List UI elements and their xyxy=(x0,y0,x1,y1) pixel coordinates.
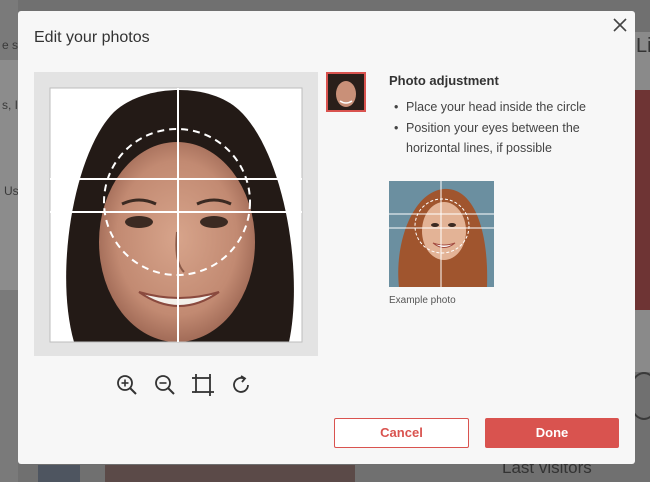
instruction-item: Position your eyes between the horizonta… xyxy=(389,118,619,158)
crop-icon[interactable] xyxy=(191,373,215,397)
cancel-button[interactable]: Cancel xyxy=(334,418,469,448)
photo-thumbnail[interactable] xyxy=(326,72,366,112)
background-right-title: Li xyxy=(636,35,650,57)
photo-adjustment-title: Photo adjustment xyxy=(389,73,499,88)
photo-preview xyxy=(34,72,318,356)
close-icon[interactable] xyxy=(610,15,630,35)
background-text-fragment: Us xyxy=(4,184,19,198)
photo-editor[interactable] xyxy=(34,72,318,356)
rotate-icon[interactable] xyxy=(229,373,253,397)
done-button[interactable]: Done xyxy=(485,418,619,448)
edit-photos-dialog: Edit your photos Photo adjustment • Plac… xyxy=(18,11,635,464)
background-bottom-block xyxy=(38,465,80,482)
background-bottom-image xyxy=(105,465,355,482)
example-photo-caption: Example photo xyxy=(389,295,456,306)
photo-tools xyxy=(115,373,253,397)
zoom-out-icon[interactable] xyxy=(153,373,177,397)
background-left-card xyxy=(0,60,18,290)
instruction-list: Place your head inside the circle Positi… xyxy=(389,97,619,159)
zoom-in-icon[interactable] xyxy=(115,373,139,397)
example-photo xyxy=(389,181,494,287)
dialog-title: Edit your photos xyxy=(34,29,150,46)
background-text-fragment: e s xyxy=(2,38,19,52)
background-right-image xyxy=(635,90,650,310)
instruction-item: Place your head inside the circle xyxy=(389,97,619,117)
